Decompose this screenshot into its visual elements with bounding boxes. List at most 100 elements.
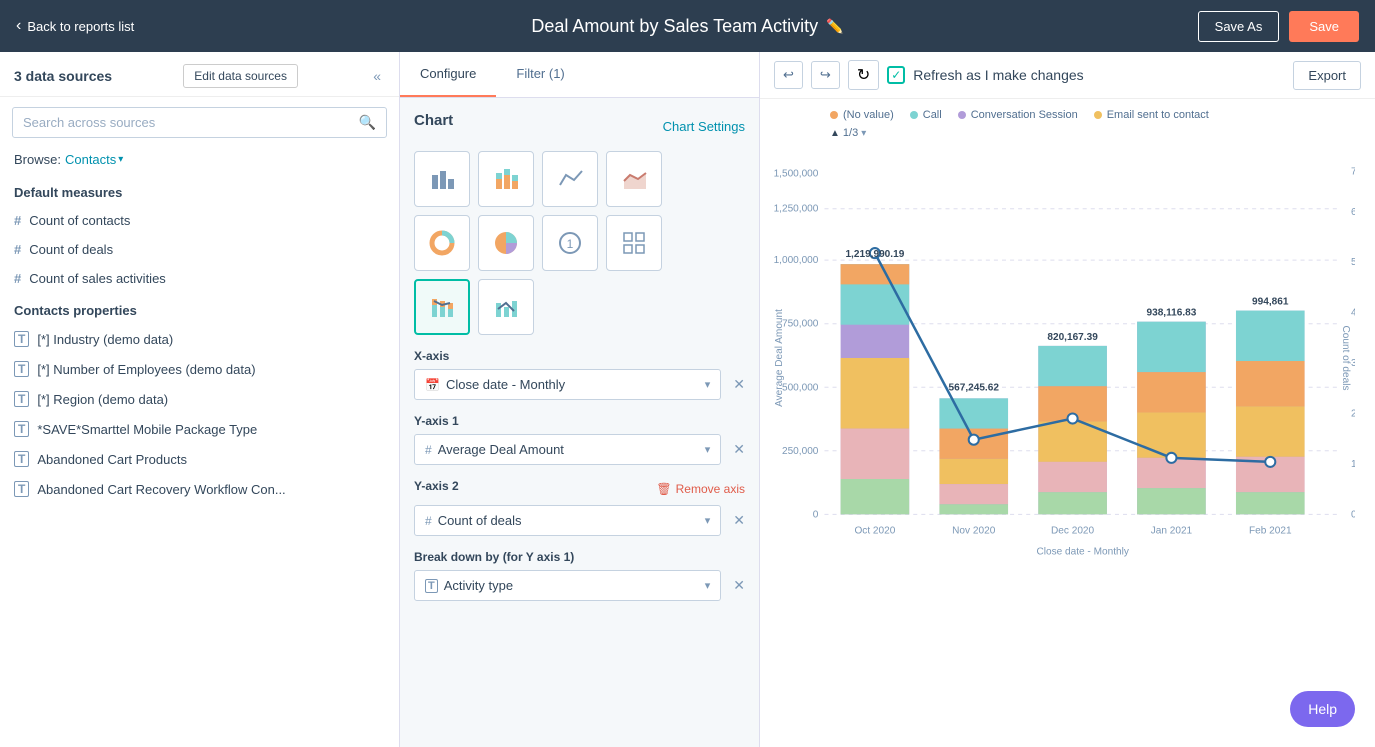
browse-value: Contacts <box>65 152 116 167</box>
y-axis-1-dropdown[interactable]: # Average Deal Amount ▾ <box>414 434 721 465</box>
x-axis-value: Close date - Monthly <box>446 377 565 392</box>
legend-item-call: Call <box>910 109 942 121</box>
chart-type-grid[interactable] <box>606 215 662 271</box>
chart-type-stacked-bar[interactable] <box>478 151 534 207</box>
hash-icon: # <box>14 271 21 286</box>
svg-text:200: 200 <box>1351 409 1355 420</box>
export-button[interactable]: Export <box>1293 61 1361 90</box>
help-button[interactable]: Help <box>1290 691 1355 727</box>
title-text: Deal Amount by Sales Team Activity <box>531 16 818 37</box>
edit-title-icon[interactable]: ✏️ <box>826 18 843 35</box>
legend-dot-conversation <box>958 111 966 119</box>
save-as-button[interactable]: Save As <box>1198 11 1280 42</box>
x-axis-dropdown[interactable]: 📅 Close date - Monthly ▾ <box>414 369 721 400</box>
browse-contacts-dropdown[interactable]: Contacts ▾ <box>65 152 123 167</box>
property-label: [*] Number of Employees (demo data) <box>37 362 255 377</box>
svg-text:500,000: 500,000 <box>782 382 819 393</box>
y-axis-1-label: Y-axis 1 <box>414 414 745 428</box>
bar-jan-2021-call <box>1137 322 1206 372</box>
legend-item-no-value: (No value) <box>830 109 894 121</box>
collapse-panel-button[interactable]: « <box>369 64 385 88</box>
bar-value-dec: 820,167.39 <box>1047 332 1098 343</box>
chart-type-number[interactable]: 1 <box>542 215 598 271</box>
breakdown-label: Break down by (for Y axis 1) <box>414 550 745 564</box>
bar-dec-2020-call <box>1038 346 1107 386</box>
chart-area: (No value) Call Conversation Session Ema… <box>760 99 1375 747</box>
left-panel: 3 data sources Edit data sources « 🔍 Bro… <box>0 52 400 747</box>
svg-text:500: 500 <box>1351 257 1355 268</box>
bar-value-jan: 938,116.83 <box>1146 308 1196 319</box>
tab-configure[interactable]: Configure <box>400 52 496 97</box>
chart-settings-link[interactable]: Chart Settings <box>663 119 745 134</box>
chart-type-area[interactable] <box>606 151 662 207</box>
save-button[interactable]: Save <box>1289 11 1359 42</box>
chart-type-donut[interactable] <box>414 215 470 271</box>
property-item[interactable]: T Abandoned Cart Recovery Workflow Con..… <box>0 474 399 504</box>
measure-item[interactable]: # Count of contacts <box>0 206 399 235</box>
center-content: Chart Chart Settings <box>400 98 759 629</box>
property-item[interactable]: T [*] Industry (demo data) <box>0 324 399 354</box>
y-axis-1-clear-button[interactable]: ✕ <box>733 441 745 458</box>
chevron-down-icon: ▾ <box>705 378 711 391</box>
legend-dot-call <box>910 111 918 119</box>
redo-button[interactable]: ↪ <box>811 61 840 89</box>
tab-filter[interactable]: Filter (1) <box>496 52 584 97</box>
breakdown-dropdown[interactable]: T Activity type ▾ <box>414 570 721 601</box>
measure-item[interactable]: # Count of sales activities <box>0 264 399 293</box>
property-item[interactable]: T *SAVE*Smarttel Mobile Package Type <box>0 414 399 444</box>
breakdown-clear-button[interactable]: ✕ <box>733 577 745 594</box>
search-input[interactable] <box>23 115 353 130</box>
svg-text:100: 100 <box>1351 459 1355 470</box>
y-axis-2-dropdown[interactable]: # Count of deals ▾ <box>414 505 721 536</box>
x-label-nov: Nov 2020 <box>952 526 996 537</box>
remove-axis-button[interactable]: 🗑 Remove axis <box>656 482 745 496</box>
property-item[interactable]: T [*] Region (demo data) <box>0 384 399 414</box>
bar-value-nov: 567,245.62 <box>949 382 1000 393</box>
y-axis-1-value: Average Deal Amount <box>438 442 564 457</box>
refresh-button[interactable]: ↻ <box>848 60 879 90</box>
browse-label: Browse: <box>14 152 61 167</box>
svg-text:Average Deal Amount: Average Deal Amount <box>774 309 785 407</box>
chevron-down-icon: ▾ <box>705 579 711 592</box>
properties-list: T [*] Industry (demo data) T [*] Number … <box>0 324 399 504</box>
back-button[interactable]: ‹ Back to reports list <box>16 17 134 35</box>
svg-text:0: 0 <box>813 509 819 520</box>
page-indicator: ▲ 1/3 ▾ <box>830 127 1355 139</box>
edit-data-sources-button[interactable]: Edit data sources <box>183 64 298 88</box>
refresh-checkbox[interactable]: ✓ <box>887 66 905 84</box>
trash-icon: 🗑 <box>656 482 671 496</box>
chart-title: Chart <box>414 112 453 129</box>
y-axis-2-header: Y-axis 2 🗑 Remove axis <box>414 479 745 499</box>
breakdown-value: Activity type <box>444 578 513 593</box>
bar-oct-2020-other2 <box>841 479 910 514</box>
top-nav: ‹ Back to reports list Deal Amount by Sa… <box>0 0 1375 52</box>
x-axis-clear-button[interactable]: ✕ <box>733 376 745 393</box>
svg-text:1,500,000: 1,500,000 <box>774 168 819 179</box>
undo-button[interactable]: ↩ <box>774 61 803 89</box>
type-icon: T <box>14 331 29 347</box>
x-label-jan: Jan 2021 <box>1151 526 1193 537</box>
x-axis-section: X-axis 📅 Close date - Monthly ▾ ✕ <box>414 349 745 400</box>
property-label: *SAVE*Smarttel Mobile Package Type <box>37 422 257 437</box>
chart-type-pie[interactable] <box>478 215 534 271</box>
bar-dec-2020-other2 <box>1038 492 1107 514</box>
bar-feb-2021-email <box>1236 406 1305 456</box>
chart-toolbar: ↩ ↪ ↻ ✓ Refresh as I make changes Export <box>760 52 1375 99</box>
property-item[interactable]: T Abandoned Cart Products <box>0 444 399 474</box>
chart-type-grid: 1 <box>414 151 745 335</box>
bar-nov-2020-other <box>939 484 1008 504</box>
chart-type-bar[interactable] <box>414 151 470 207</box>
chart-type-combo-bar-line[interactable] <box>414 279 470 335</box>
bar-value-oct: 1,219,990.19 <box>845 249 904 260</box>
property-item[interactable]: T [*] Number of Employees (demo data) <box>0 354 399 384</box>
back-arrow-icon: ‹ <box>16 17 21 35</box>
measure-label: Count of sales activities <box>29 271 166 286</box>
measure-item[interactable]: # Count of deals <box>0 235 399 264</box>
svg-text:600: 600 <box>1351 207 1355 218</box>
y-axis-2-clear-button[interactable]: ✕ <box>733 512 745 529</box>
chart-type-combo2[interactable] <box>478 279 534 335</box>
chart-type-line[interactable] <box>542 151 598 207</box>
bar-oct-2020-other <box>841 429 910 479</box>
bar-line-chart: .axis-text { font-size: 10px; fill: #7c9… <box>770 143 1355 573</box>
bar-jan-2021-email <box>1137 412 1206 457</box>
